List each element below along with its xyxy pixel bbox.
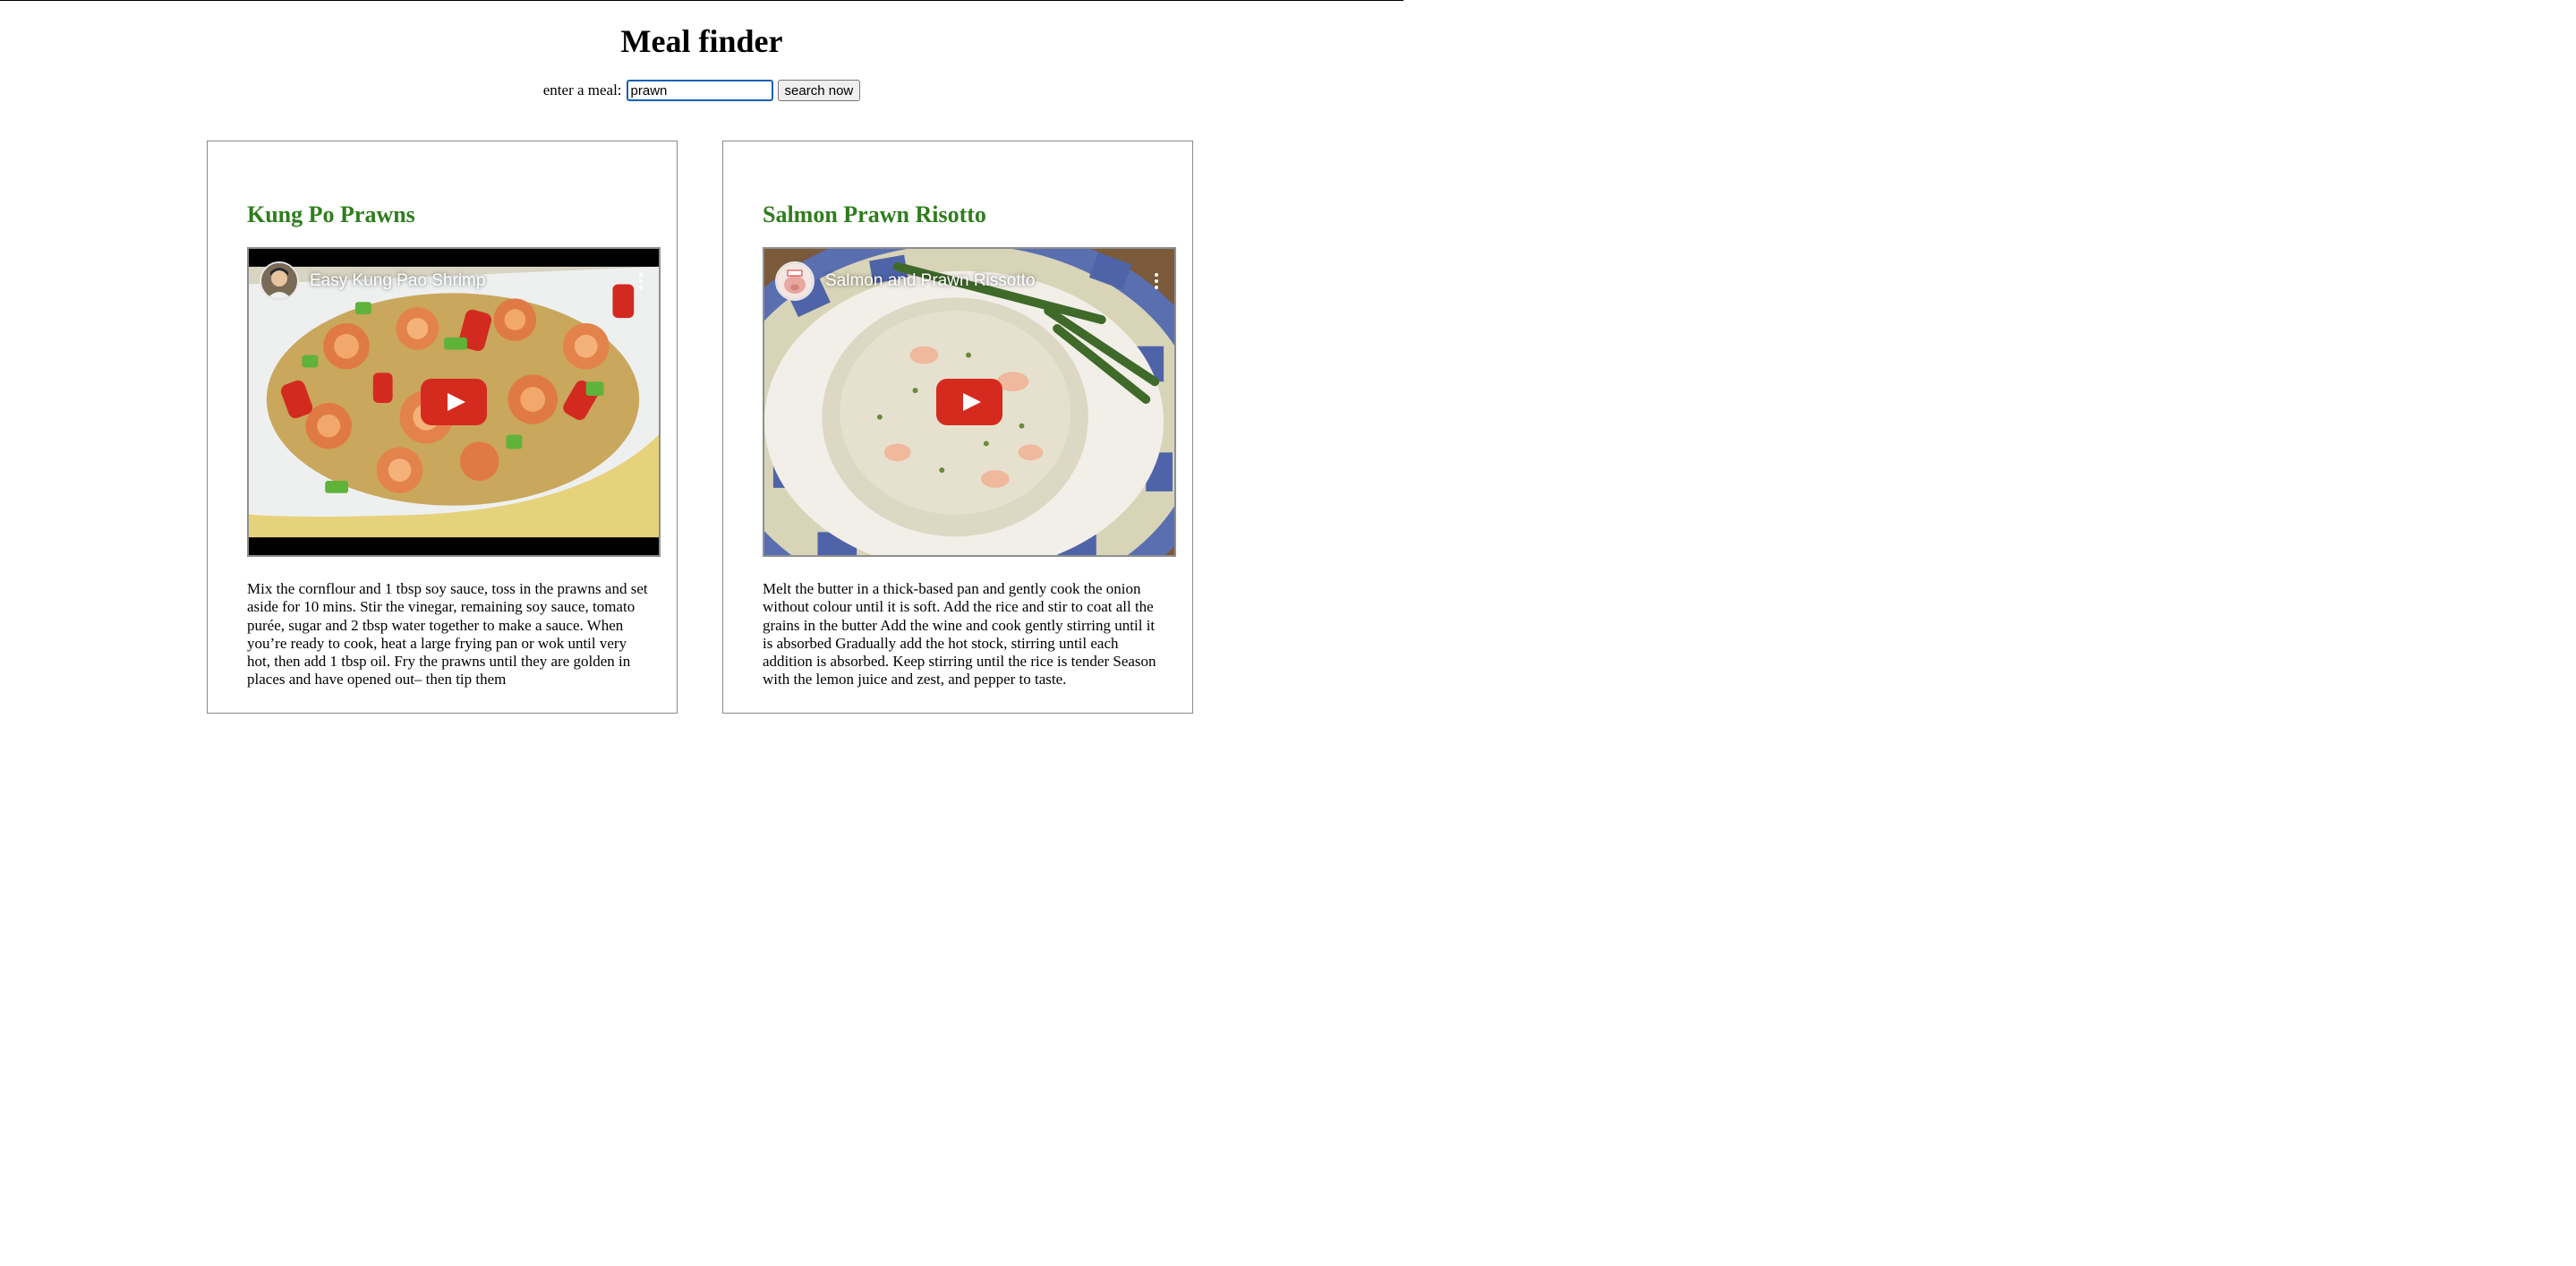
meal-card: Salmon Prawn Risotto Salmon and Prawn Ri…: [722, 141, 1193, 714]
youtube-play-icon[interactable]: [421, 379, 487, 425]
video-player[interactable]: Salmon and Prawn Rissotto: [763, 247, 1176, 557]
search-label: enter a meal:: [542, 81, 622, 98]
youtube-play-icon[interactable]: [936, 379, 1002, 425]
video-player[interactable]: Easy Kung Pao Shrimp: [247, 247, 661, 557]
meal-instructions: Melt the butter in a thick-based pan and…: [763, 580, 1156, 689]
search-input[interactable]: [626, 80, 773, 101]
chef-avatar-icon[interactable]: [260, 261, 299, 301]
search-bar: enter a meal: search now: [0, 80, 1403, 101]
more-vertical-icon[interactable]: [1149, 271, 1164, 291]
video-title[interactable]: Salmon and Prawn Rissotto: [825, 271, 1149, 291]
video-header: Salmon and Prawn Rissotto: [775, 261, 1164, 301]
pig-avatar-icon[interactable]: [775, 261, 815, 301]
video-header: Easy Kung Pao Shrimp: [260, 261, 648, 301]
meal-card: Kung Po Prawns Easy Kung Pao Shrimp Mix …: [207, 141, 678, 714]
meal-title: Salmon Prawn Risotto: [763, 201, 986, 227]
video-title[interactable]: Easy Kung Pao Shrimp: [310, 271, 634, 291]
more-vertical-icon[interactable]: [634, 271, 648, 291]
meal-title: Kung Po Prawns: [247, 201, 415, 227]
meal-instructions: Mix the cornflour and 1 tbsp soy sauce, …: [247, 580, 648, 689]
search-button[interactable]: search now: [777, 80, 861, 101]
page-title: Meal finder: [620, 23, 783, 59]
